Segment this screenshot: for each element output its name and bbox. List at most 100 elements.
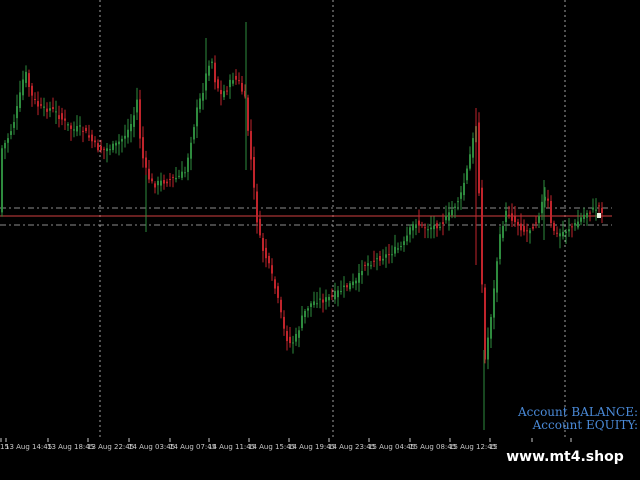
candle-body xyxy=(97,143,99,151)
candle-body xyxy=(121,138,123,142)
candle-body xyxy=(109,149,111,151)
candle-body xyxy=(322,299,324,303)
candle-body xyxy=(67,124,69,126)
candle-body xyxy=(106,148,108,152)
candle-body xyxy=(550,200,552,224)
candle-body xyxy=(433,225,435,230)
candle-body xyxy=(382,258,384,261)
candle-body xyxy=(22,79,24,96)
last-price-marker xyxy=(597,213,601,218)
candle-body xyxy=(43,106,45,108)
candle-body xyxy=(250,131,252,160)
candle-body xyxy=(484,287,486,360)
candle-body xyxy=(154,183,156,188)
candle-body xyxy=(598,205,600,207)
candle-body xyxy=(16,106,18,119)
candle-body xyxy=(469,154,471,169)
candle-body xyxy=(577,221,579,228)
candle-body xyxy=(523,225,525,232)
candle-body xyxy=(313,301,315,305)
candle-body xyxy=(496,261,498,293)
candle-body xyxy=(571,226,573,228)
candle-body xyxy=(241,82,243,92)
candle-body xyxy=(316,303,318,305)
candle-body xyxy=(361,270,363,276)
candle-body xyxy=(364,264,366,266)
candle-body xyxy=(409,227,411,235)
candle-body xyxy=(118,141,120,145)
candle-body xyxy=(298,330,300,338)
candle-body xyxy=(439,226,441,228)
candle-body xyxy=(85,127,87,132)
candle-body xyxy=(403,241,405,246)
candle-body xyxy=(130,123,132,132)
candle-body xyxy=(487,337,489,360)
candle-body xyxy=(172,176,174,178)
candle-body xyxy=(289,336,291,344)
candle-body xyxy=(442,222,444,225)
candle-body xyxy=(424,227,426,229)
candle-body xyxy=(412,224,414,231)
candle-body xyxy=(265,247,267,259)
candle-body xyxy=(463,182,465,196)
candle-body xyxy=(163,180,165,184)
candle-body xyxy=(127,129,129,138)
candle-body xyxy=(160,180,162,186)
candle-body xyxy=(595,209,597,211)
candle-body xyxy=(406,235,408,242)
candle-body xyxy=(448,212,450,221)
candle-body xyxy=(166,181,168,184)
candle-body xyxy=(508,214,510,216)
candle-body xyxy=(82,130,84,132)
candle-body xyxy=(112,143,114,150)
candle-body xyxy=(280,299,282,313)
candle-body xyxy=(301,315,303,329)
candle-body xyxy=(388,254,390,256)
candle-body xyxy=(25,71,27,83)
candle-body xyxy=(346,285,348,288)
candle-body xyxy=(421,224,423,226)
candle-body xyxy=(211,61,213,63)
candle-body xyxy=(451,209,453,216)
candle-body xyxy=(37,101,39,107)
candle-body xyxy=(514,216,516,223)
candle-body xyxy=(268,255,270,264)
candle-body xyxy=(70,125,72,129)
candle-body xyxy=(178,175,180,177)
candle-body xyxy=(55,111,57,113)
candle-body xyxy=(235,75,237,80)
candle-body xyxy=(415,225,417,229)
candle-body xyxy=(562,231,564,237)
candle-body xyxy=(10,131,12,135)
watermark-logo: www.mt4.shop xyxy=(497,444,633,470)
candle-body xyxy=(148,168,150,180)
candle-body xyxy=(586,213,588,218)
candle-body xyxy=(529,230,531,234)
candle-body xyxy=(1,148,3,213)
candle-body xyxy=(379,256,381,261)
candle-body xyxy=(430,227,432,230)
candle-body xyxy=(199,98,201,110)
candle-body xyxy=(76,126,78,132)
candle-body xyxy=(349,283,351,290)
candle-body xyxy=(34,98,36,100)
candle-body xyxy=(142,137,144,159)
candle-body xyxy=(139,99,141,139)
candle-body xyxy=(292,342,294,344)
candle-body xyxy=(376,258,378,260)
candle-body xyxy=(589,212,591,214)
candle-body xyxy=(565,231,567,234)
candle-body xyxy=(538,215,540,223)
candle-body xyxy=(13,122,15,128)
candle-body xyxy=(394,246,396,254)
candle-body xyxy=(262,237,264,251)
candle-body xyxy=(217,79,219,89)
time-axis-label: 13 Aug 14:45 xyxy=(5,443,52,451)
candle-body xyxy=(457,201,459,203)
candle-body xyxy=(472,138,474,158)
account-equity-label: Account EQUITY: xyxy=(532,418,638,432)
candle-body xyxy=(196,107,198,127)
candle-body xyxy=(400,246,402,248)
candle-body xyxy=(229,79,231,88)
candle-body xyxy=(370,265,372,267)
